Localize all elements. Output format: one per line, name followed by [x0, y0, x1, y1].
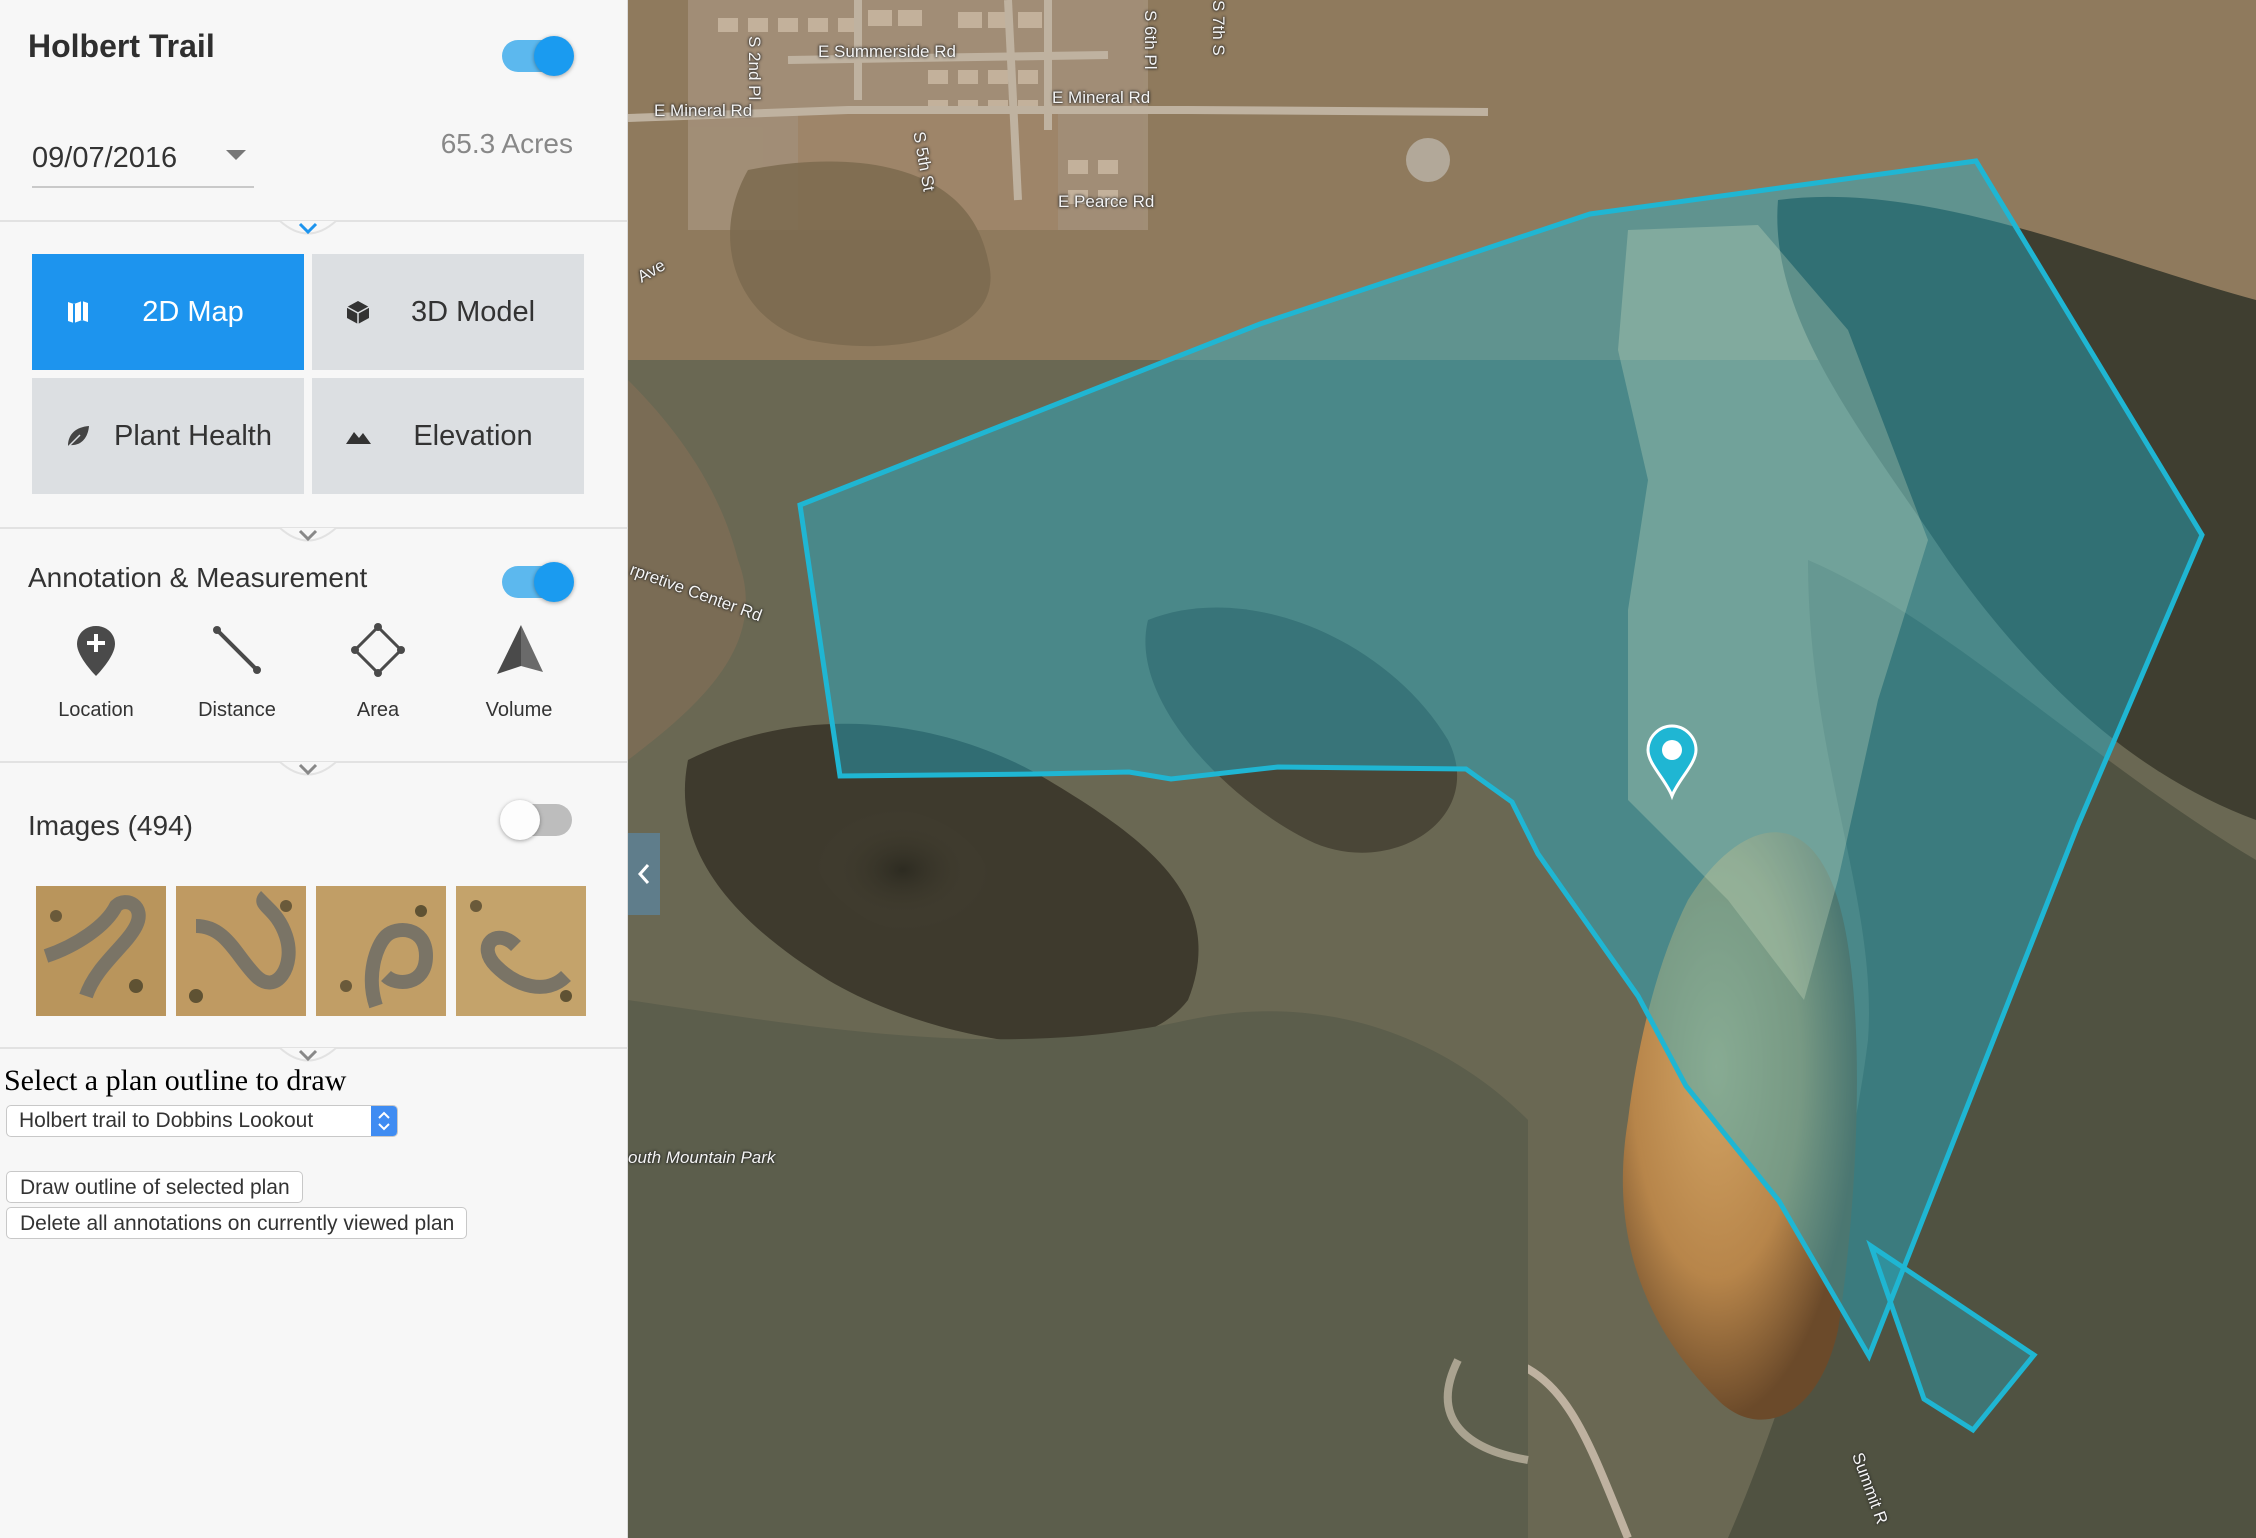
location-pin-add-icon	[77, 626, 115, 676]
select-arrows-icon	[371, 1106, 397, 1136]
image-thumbnail[interactable]	[456, 886, 586, 1016]
map-label-park: outh Mountain Park	[628, 1148, 776, 1167]
image-thumbnail[interactable]	[176, 886, 306, 1016]
toggle-knob	[534, 562, 574, 602]
toggle-knob	[500, 800, 540, 840]
date-dropdown[interactable]: 09/07/2016	[32, 136, 254, 188]
map-label-street: E Mineral Rd	[654, 101, 753, 120]
area-acres: 65.3 Acres	[440, 128, 573, 159]
draw-outline-button[interactable]: Draw outline of selected plan	[6, 1171, 303, 1203]
plan-select[interactable]: Holbert trail to Dobbins Lookout	[6, 1105, 398, 1137]
images-section-title: Images (494)	[28, 810, 193, 841]
area-tool[interactable]: Area	[308, 622, 448, 722]
plan-prompt-label: Select a plan outline to draw	[4, 1064, 347, 1097]
map-label-street: S 7th S	[1209, 0, 1228, 56]
map-label-street: E Pearce Rd	[1058, 192, 1155, 211]
location-tool[interactable]: Location	[26, 622, 166, 722]
annotation-section-title: Annotation & Measurement	[28, 562, 368, 593]
images-toggle[interactable]	[500, 800, 572, 840]
view-label: Plant Health	[114, 419, 272, 452]
project-visibility-toggle[interactable]	[502, 36, 574, 76]
chevron-down-icon	[226, 150, 246, 160]
view-3d-model-button[interactable]: 3D Model	[312, 254, 584, 370]
view-label: Elevation	[413, 419, 533, 452]
annotation-toggle[interactable]	[502, 562, 574, 602]
satellite-imagery	[628, 0, 2256, 1538]
map-label-street: E Summerside Rd	[818, 42, 956, 61]
distance-tool[interactable]: Distance	[167, 622, 307, 722]
map-view[interactable]: E Summerside Rd E Mineral Rd E Mineral R…	[628, 0, 2256, 1538]
map-label-street: E Mineral Rd	[1052, 88, 1151, 107]
view-plant-health-button[interactable]: Plant Health	[32, 378, 304, 494]
chevron-left-icon	[637, 864, 650, 884]
sidebar-collapse-button[interactable]	[628, 833, 660, 915]
date-value: 09/07/2016	[32, 142, 178, 174]
tool-label: Volume	[485, 699, 553, 721]
map-label-street: S 2nd Pl	[745, 36, 764, 101]
sidebar: Holbert Trail 09/07/2016 65.3 Acres 2D M…	[0, 0, 628, 1538]
view-label: 3D Model	[410, 295, 536, 328]
toggle-knob	[534, 36, 574, 76]
view-2d-map-button[interactable]: 2D Map	[32, 254, 304, 370]
view-label: 2D Map	[142, 295, 244, 328]
view-elevation-button[interactable]: Elevation	[312, 378, 584, 494]
area-polygon-icon	[351, 623, 405, 677]
map-label-street: S 6th Pl	[1141, 10, 1160, 70]
plan-select-value: Holbert trail to Dobbins Lookout	[19, 1109, 314, 1132]
distance-line-icon	[213, 626, 261, 674]
volume-tool[interactable]: Volume	[449, 622, 589, 722]
image-thumbnail[interactable]	[36, 886, 166, 1016]
collapse-chevron-icon[interactable]	[278, 519, 338, 549]
collapse-chevron-icon[interactable]	[278, 212, 338, 242]
image-thumbnail[interactable]	[316, 886, 446, 1016]
collapse-chevron-icon[interactable]	[278, 753, 338, 783]
tool-label: Distance	[198, 699, 276, 721]
tool-label: Area	[356, 699, 400, 721]
tool-label: Location	[58, 699, 134, 721]
delete-annotations-button[interactable]: Delete all annotations on currently view…	[6, 1207, 468, 1239]
project-title: Holbert Trail	[28, 28, 215, 64]
volume-pyramid-icon	[497, 625, 543, 674]
